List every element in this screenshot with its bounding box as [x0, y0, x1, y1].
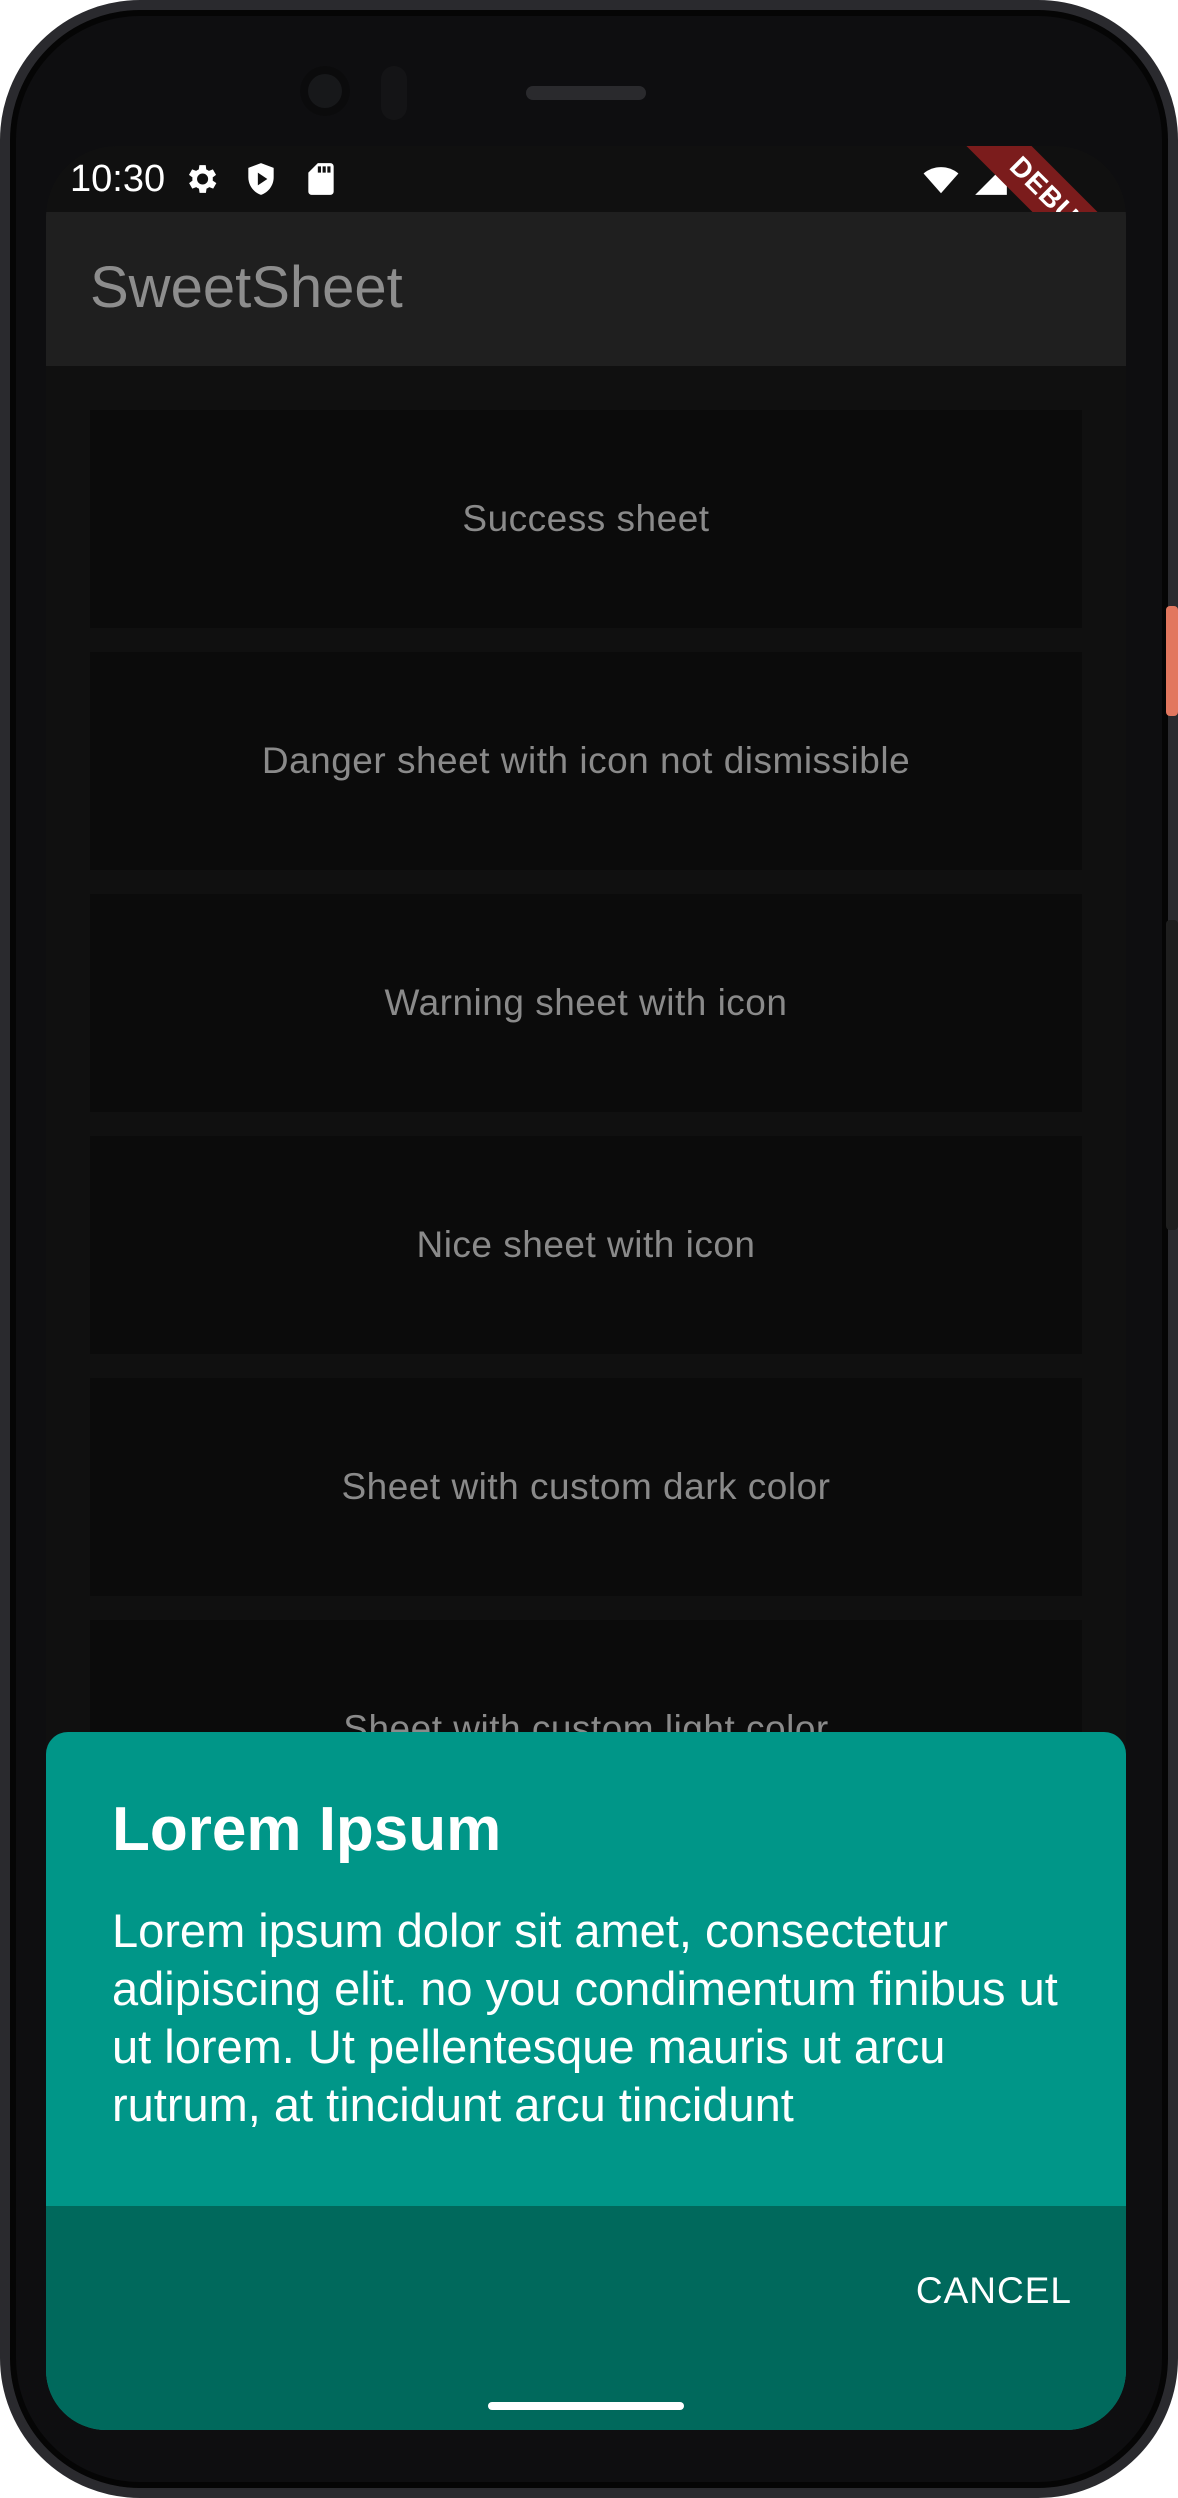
app-bar: SweetSheet	[46, 212, 1126, 366]
proximity-sensor	[381, 66, 407, 120]
warning-sheet-button[interactable]: Warning sheet with icon	[90, 894, 1082, 1112]
button-label: Sheet with custom dark color	[341, 1466, 831, 1507]
button-label: Nice sheet with icon	[416, 1224, 756, 1265]
earpiece-speaker	[526, 86, 646, 100]
volume-button	[1166, 920, 1178, 1230]
custom-dark-sheet-button[interactable]: Sheet with custom dark color	[90, 1378, 1082, 1596]
cancel-button[interactable]: CANCEL	[906, 2260, 1082, 2322]
danger-sheet-button[interactable]: Danger sheet with icon not dismissible	[90, 652, 1082, 870]
bottom-sheet: Lorem Ipsum Lorem ipsum dolor sit amet, …	[46, 1732, 1126, 2430]
power-button	[1166, 606, 1178, 716]
sd-card-icon	[308, 163, 334, 195]
status-time: 10:30	[70, 158, 166, 200]
wifi-icon	[923, 167, 959, 194]
shield-icon	[248, 163, 274, 195]
gear-icon	[188, 165, 217, 193]
status-bar: 10:30 DEBUG	[46, 146, 1126, 315]
front-camera	[300, 66, 350, 116]
home-indicator[interactable]	[488, 2402, 684, 2410]
nice-sheet-button[interactable]: Nice sheet with icon	[90, 1136, 1082, 1354]
screen: 10:30 DEBUG SweetSheet Success sheet Dan…	[46, 146, 1126, 2430]
button-label: Warning sheet with icon	[384, 982, 788, 1023]
success-sheet-button[interactable]: Success sheet	[90, 410, 1082, 628]
button-label: Danger sheet with icon not dismissible	[261, 740, 911, 781]
sheet-title: Lorem Ipsum	[112, 1795, 502, 1864]
sheet-footer: CANCEL	[46, 2206, 1126, 2430]
sheet-body: Lorem ipsum dolor sit amet, consectetur …	[112, 1904, 1058, 2131]
button-label: Success sheet	[462, 498, 710, 539]
app-title: SweetSheet	[90, 255, 403, 320]
